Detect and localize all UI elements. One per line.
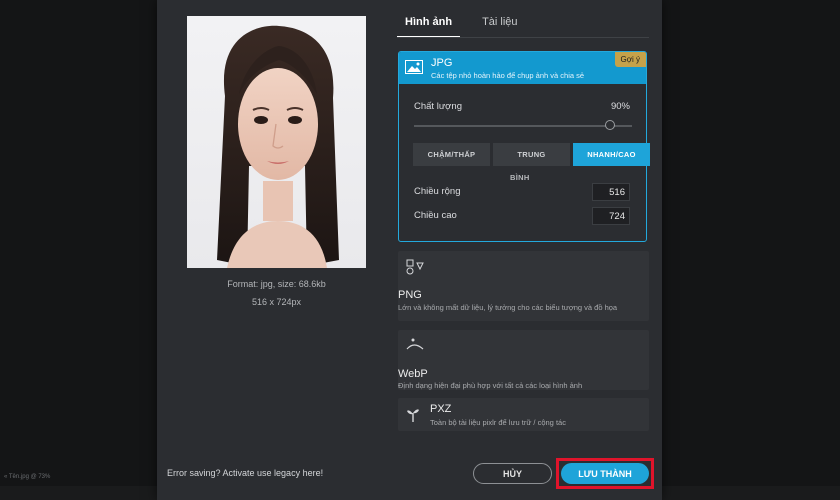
cancel-button[interactable]: HỦY [473, 463, 552, 484]
quality-slider-thumb[interactable] [605, 120, 616, 130]
height-input[interactable] [592, 207, 630, 225]
speed-option-slow[interactable]: CHẬM/THẤP [413, 143, 490, 166]
tab-document[interactable]: Tài liệu [474, 14, 525, 38]
width-input[interactable] [592, 183, 630, 201]
pxz-title: PXZ [430, 403, 452, 415]
format-card-png[interactable]: PNG Lớn và không mất dữ liệu, lý tưởng c… [398, 251, 649, 321]
speed-option-fast[interactable]: NHANH/CAO [573, 143, 650, 166]
width-label: Chiều rộng [414, 186, 461, 197]
speed-option-medium-sub: BÌNH [510, 173, 530, 182]
preview-dimensions: 516 x 724px [251, 297, 302, 307]
tab-image[interactable]: Hình ảnh [397, 14, 461, 38]
height-label: Chiều cao [414, 210, 457, 221]
save-dialog: Format: jpg, size: 68.6kb 516 x 724px Hì… [157, 0, 662, 500]
format-card-jpg[interactable]: JPG Các tệp nhỏ hoàn hảo để chụp ảnh và … [398, 51, 650, 242]
preview-format-info: Format: jpg, size: 68.6kb [227, 279, 326, 289]
image-preview [187, 16, 366, 268]
quality-value: 90% [610, 101, 630, 112]
sprout-icon [406, 407, 420, 428]
backdrop-right [662, 0, 840, 500]
png-title: PNG [398, 289, 422, 301]
webp-description: Định dạng hiện đại phù hợp với tất cả cá… [398, 381, 583, 390]
quality-label: Chất lượng [414, 101, 462, 112]
webp-icon [406, 336, 426, 357]
image-icon [405, 60, 423, 79]
png-description: Lớn và không mất dữ liệu, lý tưởng cho c… [398, 303, 618, 312]
backdrop-left [0, 0, 157, 500]
format-card-pxz[interactable]: PXZ Toàn bộ tài liệu pixlr để lưu trữ / … [398, 398, 649, 431]
legacy-save-link[interactable]: Error saving? Activate use legacy here! [167, 468, 323, 478]
save-as-button[interactable]: LƯU THÀNH [561, 463, 649, 484]
shapes-icon [406, 259, 426, 280]
pxz-description: Toàn bộ tài liệu pixlr để lưu trữ / cộng… [430, 418, 566, 427]
webp-title: WebP [398, 368, 428, 380]
speed-selector: CHẬM/THẤP TRUNG NHANH/CAO [413, 143, 650, 166]
jpg-title: JPG [431, 57, 453, 69]
recommended-badge: Gợi ý [614, 52, 646, 67]
backdrop-status-text: « Tên.jpg @ 73% [4, 474, 51, 480]
jpg-header: JPG Các tệp nhỏ hoàn hảo để chụp ảnh và … [399, 52, 646, 84]
format-tabs: Hình ảnh Tài liệu [397, 14, 526, 38]
format-card-webp[interactable]: WebP Định dạng hiện đại phù hợp với tất … [398, 330, 649, 390]
quality-slider-track[interactable] [414, 125, 632, 127]
tabs-divider [397, 37, 649, 38]
jpg-description: Các tệp nhỏ hoàn hảo để chụp ảnh và chia… [431, 71, 585, 80]
speed-option-medium[interactable]: TRUNG [493, 143, 570, 166]
